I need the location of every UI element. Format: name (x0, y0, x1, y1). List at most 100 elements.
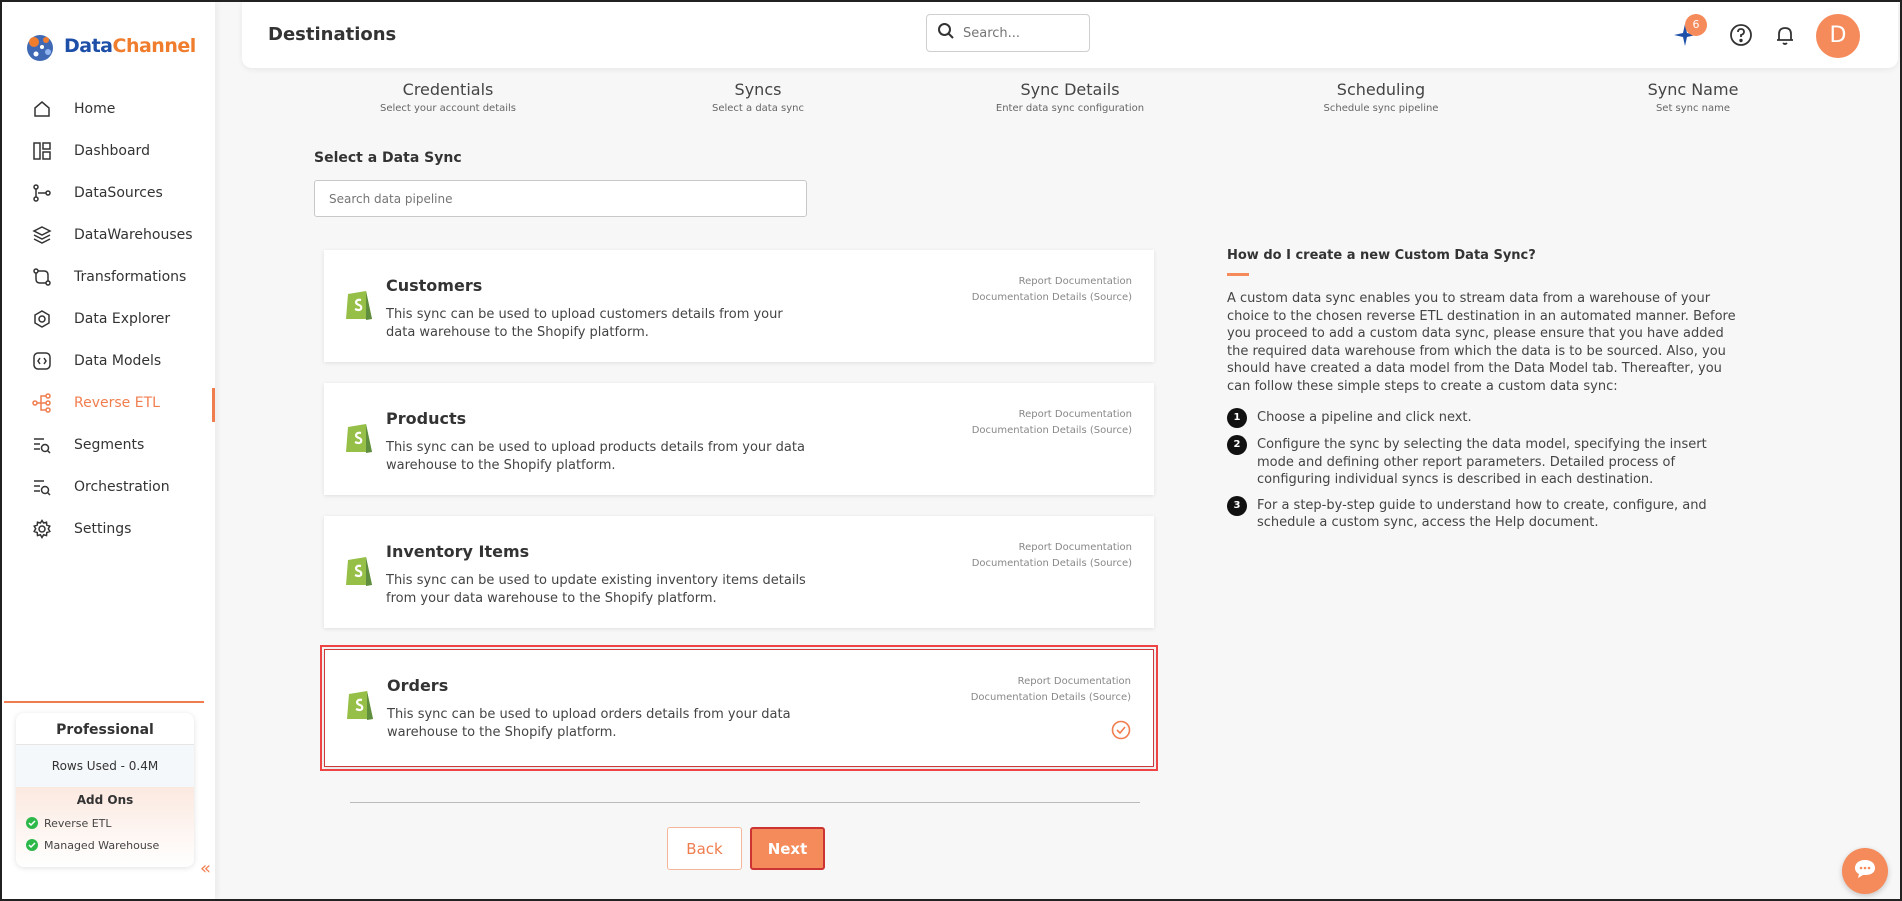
help-title: How do I create a new Custom Data Sync? (1227, 248, 1536, 263)
documentation-details-link[interactable]: Documentation Details (Source) (971, 690, 1131, 706)
layers-icon (30, 223, 54, 247)
documentation-details-link[interactable]: Documentation Details (Source) (972, 290, 1132, 306)
card-doc-links: Report Documentation Documentation Detai… (972, 274, 1132, 306)
step-number-badge: 1 (1227, 408, 1247, 428)
avatar[interactable]: D (1816, 14, 1860, 58)
section-label: Select a Data Sync (314, 150, 462, 166)
sync-card-customers[interactable]: Customers This sync can be used to uploa… (324, 250, 1154, 362)
sidebar-item-data-models[interactable]: Data Models (2, 340, 215, 382)
sidebar-divider (4, 701, 204, 703)
divider (350, 802, 1140, 803)
plan-card: Professional Rows Used - 0.4M Add Ons Re… (16, 713, 194, 867)
plan-title: Professional (16, 713, 194, 745)
selected-check-icon (1111, 720, 1131, 744)
chat-icon (1853, 858, 1877, 884)
sidebar-item-data-explorer[interactable]: Data Explorer (2, 298, 215, 340)
report-documentation-link[interactable]: Report Documentation (972, 407, 1132, 423)
shopify-icon (344, 286, 374, 322)
next-button[interactable]: Next (750, 827, 825, 870)
addons-section: Add Ons Reverse ETL Managed Warehouse (16, 787, 194, 867)
transform-icon (30, 265, 54, 289)
sidebar-item-label: Data Models (74, 353, 162, 369)
shopify-icon (344, 419, 374, 455)
step-title: Sync Name (1647, 80, 1739, 99)
step-subtitle: Select your account details (379, 103, 517, 114)
global-search[interactable] (926, 14, 1090, 52)
sidebar-item-label: Reverse ETL (74, 395, 160, 411)
sync-card-orders[interactable]: Orders This sync can be used to upload o… (320, 645, 1158, 771)
home-icon (30, 97, 54, 121)
chat-button[interactable] (1842, 848, 1888, 894)
sidebar-item-label: Home (74, 101, 116, 117)
addons-title: Add Ons (76, 793, 134, 807)
help-step: 2 Configure the sync by selecting the da… (1227, 435, 1737, 489)
step-sync-name: Sync Name Set sync name (1583, 80, 1803, 114)
addon-label: Reverse ETL (44, 816, 112, 830)
documentation-details-link[interactable]: Documentation Details (Source) (972, 423, 1132, 439)
sidebar-nav: Home Dashboard DataSources DataWarehouse… (2, 88, 215, 550)
reverse-etl-icon (30, 391, 54, 415)
rows-used: Rows Used - 0.4M (16, 745, 194, 787)
help-title-underline (1227, 273, 1249, 276)
datasources-icon (30, 181, 54, 205)
step-subtitle: Enter data sync configuration (995, 103, 1145, 114)
help-step-text: Choose a pipeline and click next. (1257, 410, 1472, 425)
step-subtitle: Select a data sync (711, 103, 804, 114)
shopify-icon (345, 686, 375, 722)
sidebar-item-dashboard[interactable]: Dashboard (2, 130, 215, 172)
documentation-details-link[interactable]: Documentation Details (Source) (972, 556, 1132, 572)
bell-icon[interactable] (1772, 22, 1798, 48)
report-documentation-link[interactable]: Report Documentation (971, 674, 1131, 690)
models-icon (30, 349, 54, 373)
logo[interactable]: DataChannel (22, 26, 196, 66)
explorer-icon (30, 307, 54, 331)
help-step: 1 Choose a pipeline and click next. (1227, 408, 1737, 428)
pipeline-search-input[interactable] (314, 180, 807, 217)
card-description: This sync can be used to upload products… (386, 440, 805, 473)
report-documentation-link[interactable]: Report Documentation (972, 274, 1132, 290)
help-step-text: For a step-by-step guide to understand h… (1257, 497, 1707, 531)
help-steps-list: 1 Choose a pipeline and click next. 2 Co… (1227, 408, 1737, 532)
back-button[interactable]: Back (667, 827, 742, 870)
report-documentation-link[interactable]: Report Documentation (972, 540, 1132, 556)
card-doc-links: Report Documentation Documentation Detai… (971, 674, 1131, 706)
sidebar-item-settings[interactable]: Settings (2, 508, 215, 550)
card-description: This sync can be used to upload orders d… (387, 707, 791, 740)
top-header: Destinations 6 D (242, 2, 1898, 68)
sidebar-item-datawarehouses[interactable]: DataWarehouses (2, 214, 215, 256)
card-doc-links: Report Documentation Documentation Detai… (972, 407, 1132, 439)
sidebar-item-transformations[interactable]: Transformations (2, 256, 215, 298)
search-input[interactable] (963, 25, 1073, 41)
sidebar-item-label: Transformations (74, 269, 187, 285)
sidebar-item-orchestration[interactable]: Orchestration (2, 466, 215, 508)
sidebar-item-datasources[interactable]: DataSources (2, 172, 215, 214)
wizard-stepper: Credentials Select your account details … (242, 80, 1898, 120)
dashboard-icon (30, 139, 54, 163)
step-title: Syncs (734, 80, 782, 99)
notification-count-badge: 6 (1685, 14, 1707, 36)
step-number-badge: 3 (1227, 495, 1247, 516)
sidebar-item-label: Data Explorer (74, 311, 171, 327)
orchestration-icon (30, 475, 54, 499)
sync-card-products[interactable]: Products This sync can be used to upload… (324, 383, 1154, 495)
sidebar-item-label: Segments (74, 437, 145, 453)
sidebar: DataChannel Home Dashboard DataSources D… (2, 2, 215, 899)
help-panel: How do I create a new Custom Data Sync? … (1227, 248, 1737, 540)
sidebar-item-segments[interactable]: Segments (2, 424, 215, 466)
help-step: 3 For a step-by-step guide to understand… (1227, 495, 1737, 532)
step-title: Scheduling (1336, 80, 1426, 99)
collapse-sidebar-button[interactable]: « (200, 858, 211, 879)
step-syncs: Syncs Select a data sync (648, 80, 868, 114)
page-title: Destinations (268, 24, 397, 45)
card-title: Customers (386, 276, 483, 295)
sync-card-inventory-items[interactable]: Inventory Items This sync can be used to… (324, 516, 1154, 628)
step-subtitle: Schedule sync pipeline (1323, 103, 1439, 114)
card-title: Orders (387, 676, 449, 695)
gear-icon (30, 517, 54, 541)
sidebar-item-reverse-etl[interactable]: Reverse ETL (2, 382, 215, 424)
step-sync-details: Sync Details Enter data sync configurati… (960, 80, 1180, 114)
sidebar-item-label: Dashboard (74, 143, 150, 159)
step-number-badge: 2 (1227, 435, 1247, 455)
help-icon[interactable] (1728, 22, 1754, 48)
sidebar-item-home[interactable]: Home (2, 88, 215, 130)
